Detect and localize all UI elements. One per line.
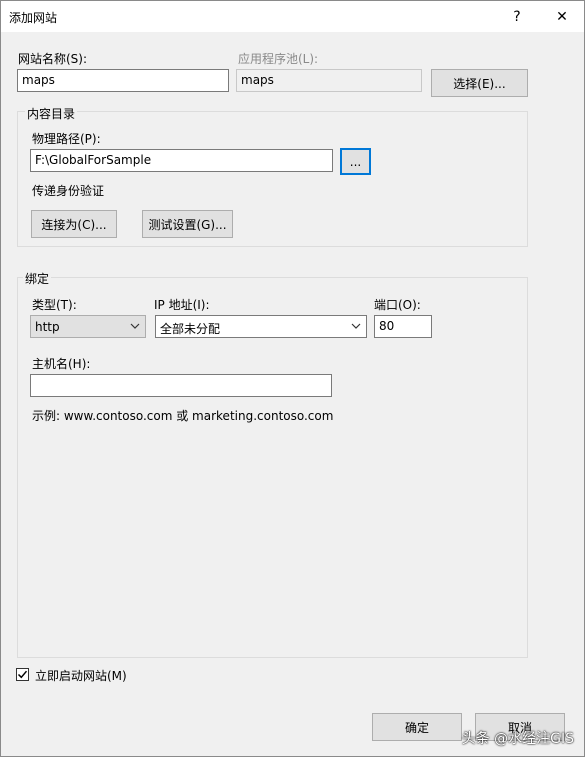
help-button[interactable]: ? bbox=[495, 1, 539, 32]
site-name-input[interactable]: maps bbox=[17, 69, 229, 92]
start-now-label[interactable]: 立即启动网站(M) bbox=[35, 667, 127, 684]
start-now-checkbox[interactable] bbox=[16, 668, 29, 681]
connect-as-button[interactable]: 连接为(C)... bbox=[31, 210, 117, 238]
close-button[interactable]: ✕ bbox=[540, 1, 584, 32]
dialog-title: 添加网站 bbox=[9, 11, 58, 25]
browse-button[interactable]: ... bbox=[340, 148, 371, 175]
chevron-down-icon bbox=[351, 323, 361, 329]
host-name-label: 主机名(H): bbox=[32, 357, 91, 371]
type-select[interactable]: http bbox=[30, 315, 146, 338]
binding-label: 绑定 bbox=[23, 270, 52, 287]
pass-auth-label: 传递身份验证 bbox=[32, 184, 105, 198]
app-pool-label: 应用程序池(L): bbox=[238, 52, 319, 66]
chevron-down-icon bbox=[130, 323, 140, 329]
port-label: 端口(O): bbox=[374, 298, 421, 312]
physical-path-input[interactable]: F:\GlobalForSample bbox=[30, 149, 333, 172]
watermark-text: 头条 @水经注GIS bbox=[461, 731, 574, 747]
ok-button[interactable]: 确定 bbox=[372, 713, 462, 741]
ip-address-label: IP 地址(I): bbox=[154, 298, 210, 312]
host-name-input[interactable] bbox=[30, 374, 332, 397]
test-settings-button[interactable]: 测试设置(G)... bbox=[142, 210, 233, 238]
ip-address-select[interactable]: 全部未分配 bbox=[155, 315, 367, 338]
checkmark-icon bbox=[17, 670, 28, 679]
example-text: 示例: www.contoso.com 或 marketing.contoso.… bbox=[32, 409, 334, 423]
title-bar: 添加网站 ? ✕ bbox=[1, 1, 584, 32]
content-directory-label: 内容目录 bbox=[25, 105, 78, 122]
ip-address-value: 全部未分配 bbox=[160, 322, 221, 336]
site-name-label: 网站名称(S): bbox=[18, 52, 88, 66]
add-website-dialog: 添加网站 ? ✕ 网站名称(S): maps 应用程序池(L): maps 选择… bbox=[0, 0, 585, 757]
physical-path-label: 物理路径(P): bbox=[32, 132, 101, 146]
app-pool-field: maps bbox=[236, 69, 422, 92]
port-input[interactable]: 80 bbox=[374, 315, 432, 338]
type-select-value: http bbox=[35, 320, 60, 334]
type-label: 类型(T): bbox=[32, 298, 77, 312]
select-pool-button[interactable]: 选择(E)... bbox=[431, 69, 528, 97]
